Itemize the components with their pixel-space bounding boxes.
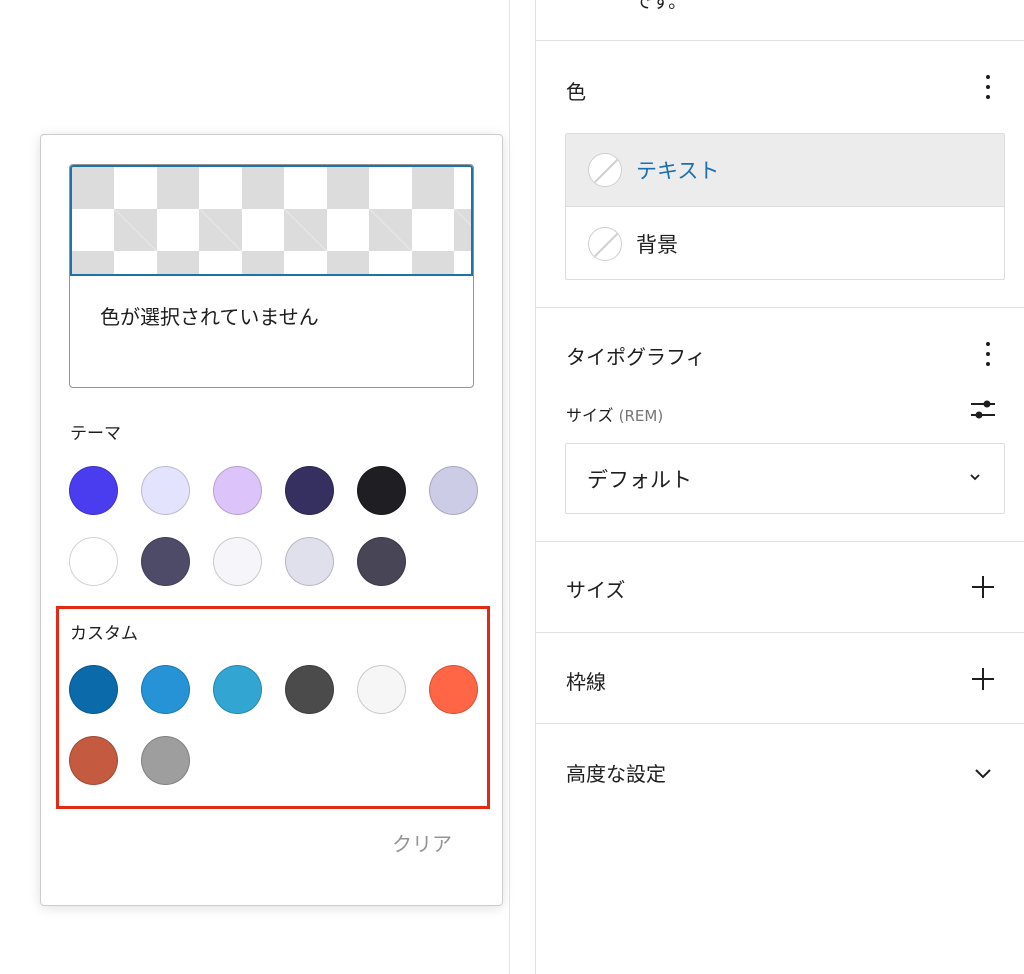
custom-color-swatch[interactable] [429,665,478,714]
typography-section-title: タイポグラフィ [566,345,706,369]
theme-color-swatch[interactable] [69,466,118,515]
plus-icon[interactable] [972,668,994,690]
theme-color-swatch[interactable] [429,466,478,515]
border-panel-title[interactable]: 枠線 [566,666,606,695]
custom-color-swatch[interactable] [141,736,190,785]
section-divider [536,541,1024,542]
more-vertical-icon[interactable] [984,339,992,369]
font-size-select-value: デフォルト [587,467,692,492]
color-settings-list: テキスト 背景 [565,133,1005,280]
theme-color-swatch[interactable] [357,466,406,515]
theme-color-swatch[interactable] [141,537,190,586]
no-color-swatch-icon [588,153,622,187]
chevron-down-icon [970,474,980,481]
custom-color-swatch[interactable] [69,736,118,785]
theme-color-swatch[interactable] [357,537,406,586]
cut-off-text: です。 [634,0,687,13]
color-preview[interactable]: 色が選択されていません [69,164,474,388]
transparent-checkerboard [70,165,473,276]
font-size-select[interactable]: デフォルト [565,443,1005,514]
theme-palette [69,466,479,586]
font-size-label-text: サイズ [566,406,614,425]
dimensions-panel-title[interactable]: サイズ [566,574,625,603]
custom-color-swatch[interactable] [141,665,190,714]
editor-canvas: 色が選択されていません テーマ カスタム クリア [0,0,536,974]
text-color-item[interactable]: テキスト [566,134,1004,207]
block-settings-sidebar: です。 色 テキスト 背景 タイポグラフィ サイズ (REM) デフォルト サイ… [535,0,1024,974]
theme-color-swatch[interactable] [285,537,334,586]
plus-icon[interactable] [972,576,994,598]
custom-color-swatch[interactable] [285,665,334,714]
background-color-label: 背景 [636,232,678,257]
canvas-divider [509,0,510,974]
custom-palette-label: カスタム [70,624,138,644]
theme-color-swatch[interactable] [141,466,190,515]
more-vertical-icon[interactable] [984,72,992,102]
section-divider [536,307,1024,308]
advanced-panel-title[interactable]: 高度な設定 [566,758,666,787]
chevron-down-icon[interactable] [972,762,994,784]
section-divider [536,723,1024,724]
custom-palette [69,665,479,785]
theme-color-swatch[interactable] [213,466,262,515]
custom-color-swatch[interactable] [357,665,406,714]
custom-size-sliders-icon[interactable] [970,399,996,421]
theme-color-swatch[interactable] [213,537,262,586]
section-divider [536,40,1024,41]
font-size-label: サイズ (REM) [566,402,663,426]
color-section-title: 色 [566,80,586,104]
background-color-item[interactable]: 背景 [566,207,1004,279]
custom-color-swatch[interactable] [213,665,262,714]
text-color-label: テキスト [636,159,720,183]
custom-color-swatch[interactable] [69,665,118,714]
section-divider [536,632,1024,633]
color-picker-popover: 色が選択されていません テーマ カスタム クリア [40,134,503,906]
no-color-selected-text: 色が選択されていません [100,305,319,329]
theme-color-swatch[interactable] [69,537,118,586]
font-size-unit: (REM) [618,407,664,425]
theme-color-swatch[interactable] [285,466,334,515]
clear-button[interactable]: クリア [392,828,452,857]
theme-palette-label: テーマ [70,424,121,444]
no-color-swatch-icon [588,226,622,261]
